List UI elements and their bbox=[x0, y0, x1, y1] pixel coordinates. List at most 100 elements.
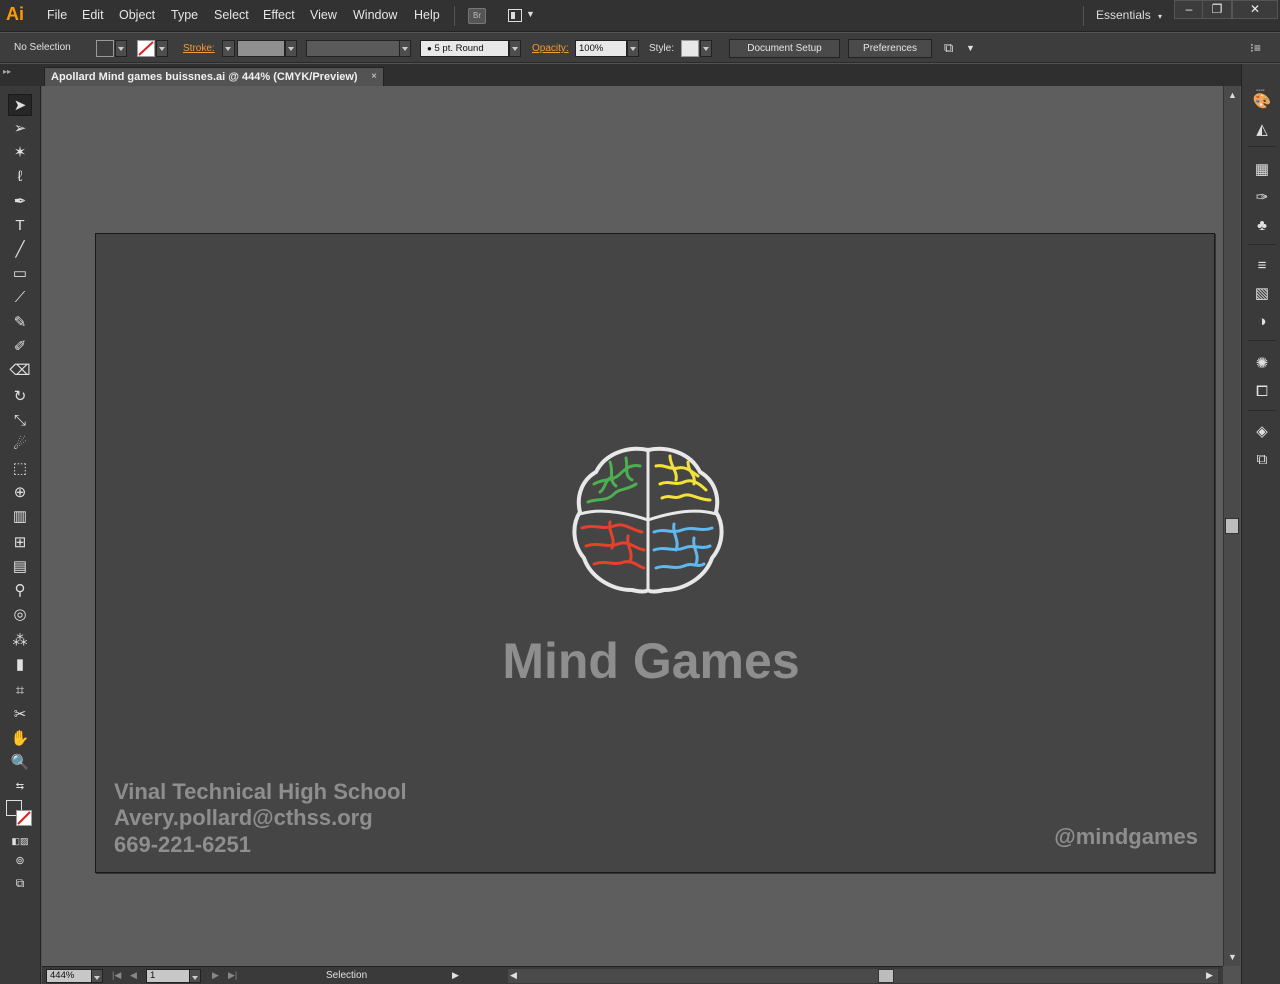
color-mode-icons[interactable]: ◧▨ bbox=[8, 830, 32, 852]
scale-tool[interactable]: ⤡ bbox=[8, 410, 32, 432]
panel-menu-icon[interactable]: ⁝≡ bbox=[1250, 41, 1261, 55]
rectangle-tool[interactable]: ▭ bbox=[8, 263, 32, 285]
style-dropdown[interactable] bbox=[700, 40, 712, 57]
minimize-button[interactable]: – bbox=[1174, 0, 1204, 19]
workspace-switcher[interactable]: Essentials ▾ bbox=[1096, 8, 1162, 22]
status-menu-arrow-icon[interactable]: ▶ bbox=[452, 970, 459, 981]
stroke-weight-stepper[interactable] bbox=[222, 40, 235, 57]
zoom-level-field[interactable]: 444% bbox=[46, 969, 92, 983]
eraser-tool[interactable]: ⌫ bbox=[8, 360, 32, 382]
last-artboard-icon[interactable]: ▶| bbox=[228, 970, 237, 981]
vertical-scroll-thumb[interactable] bbox=[1225, 518, 1239, 534]
type-tool[interactable]: T bbox=[8, 215, 32, 237]
artboard-dropdown[interactable] bbox=[189, 969, 201, 983]
arrange-icon[interactable]: ⧉ bbox=[944, 40, 953, 56]
bridge-button[interactable]: Br bbox=[468, 8, 486, 24]
canvas-area[interactable]: Mind Games Vinal Technical High School A… bbox=[42, 86, 1223, 966]
scroll-down-arrow-icon[interactable]: ▼ bbox=[1228, 952, 1237, 962]
close-window-button[interactable]: ✕ bbox=[1232, 0, 1278, 19]
perspective-grid-tool[interactable]: ▥ bbox=[8, 506, 32, 528]
brush-dropdown[interactable] bbox=[509, 40, 521, 57]
scroll-right-arrow-icon[interactable]: ▶ bbox=[1206, 970, 1213, 981]
stroke-dropdown[interactable] bbox=[156, 40, 168, 57]
chevron-down-icon[interactable]: ▼ bbox=[966, 43, 975, 53]
scroll-left-arrow-icon[interactable]: ◀ bbox=[510, 970, 517, 981]
lasso-tool[interactable]: ℓ bbox=[8, 166, 32, 188]
menu-help[interactable]: Help bbox=[414, 8, 440, 22]
artboard[interactable]: Mind Games Vinal Technical High School A… bbox=[95, 233, 1215, 873]
column-graph-tool[interactable]: ▮ bbox=[8, 654, 32, 676]
zoom-dropdown[interactable] bbox=[91, 969, 103, 983]
restore-button[interactable]: ❐ bbox=[1202, 0, 1232, 19]
eyedropper-tool[interactable]: ⚲ bbox=[8, 580, 32, 602]
warp-tool[interactable]: ☄ bbox=[8, 434, 32, 456]
appearance-panel-icon[interactable]: ✺ bbox=[1252, 354, 1272, 374]
brush-definition-field[interactable]: ● 5 pt. Round bbox=[420, 40, 509, 57]
vertical-scrollbar[interactable]: ▲ ▼ bbox=[1223, 86, 1240, 966]
variable-width-dropdown[interactable] bbox=[399, 40, 411, 57]
opacity-field[interactable]: 100% bbox=[575, 40, 627, 57]
brushes-panel-icon[interactable]: ✑ bbox=[1252, 188, 1272, 208]
scroll-up-arrow-icon[interactable]: ▲ bbox=[1228, 90, 1237, 100]
preferences-button[interactable]: Preferences bbox=[848, 39, 932, 58]
mesh-tool[interactable]: ⊞ bbox=[8, 532, 32, 554]
color-panel-icon[interactable]: 🎨 bbox=[1252, 92, 1272, 112]
horizontal-scroll-thumb[interactable] bbox=[878, 969, 894, 983]
arrange-documents-button[interactable]: ▼ bbox=[506, 8, 535, 24]
style-swatch[interactable] bbox=[681, 40, 699, 57]
symbols-panel-icon[interactable]: ♣ bbox=[1252, 216, 1272, 236]
menu-file[interactable]: File bbox=[47, 8, 67, 22]
menu-select[interactable]: Select bbox=[214, 8, 249, 22]
artboards-panel-icon[interactable]: ⧉ bbox=[1252, 450, 1272, 470]
first-artboard-icon[interactable]: |◀ bbox=[112, 970, 121, 981]
stroke-panel-icon[interactable]: ≡ bbox=[1252, 256, 1272, 276]
stroke-color-box[interactable] bbox=[16, 810, 32, 826]
stroke-weight-field[interactable] bbox=[237, 40, 285, 57]
transparency-panel-icon[interactable]: ◑ bbox=[1252, 312, 1272, 332]
next-artboard-icon[interactable]: ▶ bbox=[212, 970, 219, 981]
rotate-tool[interactable]: ↻ bbox=[8, 386, 32, 408]
slice-tool[interactable]: ✂ bbox=[8, 704, 32, 726]
artboard-number-field[interactable]: 1 bbox=[146, 969, 190, 983]
gradient-panel-icon[interactable]: ▧ bbox=[1252, 284, 1272, 304]
menu-view[interactable]: View bbox=[310, 8, 337, 22]
drawing-mode-icon[interactable]: ⊚ bbox=[8, 850, 32, 872]
gradient-tool[interactable]: ▤ bbox=[8, 556, 32, 578]
swatches-panel-icon[interactable]: ▦ bbox=[1252, 160, 1272, 180]
pen-tool[interactable]: ✒ bbox=[8, 191, 32, 213]
fill-swatch[interactable] bbox=[96, 40, 114, 57]
line-segment-tool[interactable]: ╱ bbox=[8, 239, 32, 261]
hand-tool[interactable]: ✋ bbox=[8, 728, 32, 750]
document-tab[interactable]: Apollard Mind games buissnes.ai @ 444% (… bbox=[44, 67, 384, 86]
color-guide-panel-icon[interactable]: ◭ bbox=[1252, 120, 1272, 140]
document-setup-button[interactable]: Document Setup bbox=[729, 39, 840, 58]
opacity-label[interactable]: Opacity: bbox=[532, 43, 569, 54]
zoom-tool[interactable]: 🔍 bbox=[8, 752, 32, 774]
layers-panel-icon[interactable]: ◈ bbox=[1252, 422, 1272, 442]
artboard-tool[interactable]: ⌗ bbox=[8, 680, 32, 702]
horizontal-scrollbar[interactable]: ◀ ▶ bbox=[508, 969, 1218, 983]
menu-effect[interactable]: Effect bbox=[263, 8, 295, 22]
stroke-weight-dropdown[interactable] bbox=[285, 40, 297, 57]
selection-tool[interactable]: ➤ bbox=[8, 94, 32, 116]
menu-type[interactable]: Type bbox=[171, 8, 198, 22]
graphic-styles-panel-icon[interactable]: ⧠ bbox=[1252, 382, 1272, 402]
collapse-tools-icon[interactable]: ▸▸ bbox=[3, 67, 11, 76]
menu-edit[interactable]: Edit bbox=[82, 8, 104, 22]
screen-mode-icon[interactable]: ⧉ bbox=[8, 872, 32, 894]
free-transform-tool[interactable]: ⬚ bbox=[8, 458, 32, 480]
menu-object[interactable]: Object bbox=[119, 8, 155, 22]
previous-artboard-icon[interactable]: ◀ bbox=[130, 970, 137, 981]
pencil-tool[interactable]: ✎ bbox=[8, 312, 32, 334]
close-tab-icon[interactable]: × bbox=[371, 68, 377, 86]
direct-selection-tool[interactable]: ➢ bbox=[8, 118, 32, 140]
fill-dropdown[interactable] bbox=[115, 40, 127, 57]
menu-window[interactable]: Window bbox=[353, 8, 397, 22]
stroke-label[interactable]: Stroke: bbox=[183, 43, 215, 54]
magic-wand-tool[interactable]: ✶ bbox=[8, 142, 32, 164]
symbol-sprayer-tool[interactable]: ⁂ bbox=[8, 630, 32, 652]
variable-width-field[interactable] bbox=[306, 40, 400, 57]
opacity-dropdown[interactable] bbox=[627, 40, 639, 57]
blend-tool[interactable]: ◎ bbox=[8, 604, 32, 626]
blob-brush-tool[interactable]: ✐ bbox=[8, 336, 32, 358]
